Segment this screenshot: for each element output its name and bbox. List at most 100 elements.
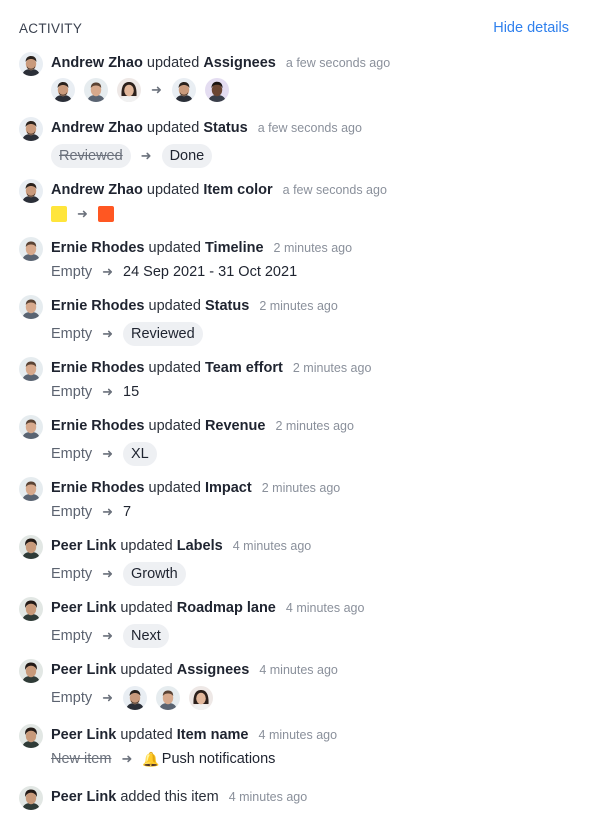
arrow-right-icon: ➜ (102, 326, 113, 341)
arrow-right-icon: ➜ (140, 148, 152, 163)
user-name[interactable]: Peer Link (51, 600, 116, 616)
avatar[interactable] (19, 52, 43, 76)
assignee-avatar[interactable] (51, 78, 75, 102)
assignee-avatar[interactable] (117, 78, 141, 102)
avatar[interactable] (19, 535, 43, 559)
avatar[interactable] (19, 659, 43, 683)
arrow-right-icon: ➜ (102, 446, 113, 461)
change-row: Empty ➜ XL (51, 442, 157, 466)
arrow-right-icon: ➜ (102, 504, 113, 519)
change-row: Empty ➜ Growth (51, 562, 186, 586)
action-verb: updated (148, 480, 201, 496)
field-name: Labels (176, 538, 223, 554)
old-value: Empty (51, 566, 93, 582)
timestamp: 4 minutes ago (232, 539, 312, 553)
action-verb: updated (146, 55, 200, 71)
field-name: Item name (176, 727, 249, 743)
field-name: Assignees (203, 55, 276, 71)
user-name[interactable]: Andrew Zhao (51, 182, 143, 198)
field-name: Timeline (204, 240, 264, 256)
action-verb: updated (146, 182, 200, 198)
assignee-avatar[interactable] (205, 78, 229, 102)
new-value: Push notifications (161, 751, 276, 767)
action-verb: updated (120, 662, 173, 678)
change-row: Empty ➜ Reviewed (51, 322, 203, 346)
field-name: Status (203, 120, 248, 136)
old-value: Empty (51, 628, 93, 644)
action-verb: updated (148, 418, 201, 434)
user-name[interactable]: Ernie Rhodes (51, 480, 144, 496)
change-row: Empty ➜ Next (51, 624, 169, 648)
old-value: Empty (51, 384, 93, 400)
hide-details-link[interactable]: Hide details (493, 20, 569, 36)
user-name[interactable]: Ernie Rhodes (51, 240, 144, 256)
new-value-pill: XL (123, 442, 157, 466)
arrow-right-icon: ➜ (77, 206, 88, 221)
action-verb: updated (148, 360, 201, 376)
avatar[interactable] (19, 237, 43, 261)
action-verb: updated (148, 298, 201, 314)
arrow-right-icon: ➜ (102, 690, 113, 705)
assignee-avatar[interactable] (123, 686, 147, 710)
change-row: Empty ➜ 15 (51, 380, 139, 404)
assignee-avatar[interactable] (156, 686, 180, 710)
avatar[interactable] (19, 117, 43, 141)
avatar[interactable] (19, 295, 43, 319)
new-value-pill: Next (123, 624, 169, 648)
new-value-pill: Done (161, 144, 213, 168)
new-value-pill: Reviewed (123, 322, 203, 346)
activity-title: ACTIVITY (19, 21, 83, 36)
user-name[interactable]: Peer Link (51, 662, 116, 678)
old-value-pill: Reviewed (51, 144, 131, 168)
change-row: New item ➜ 🔔 Push notifications (51, 747, 275, 771)
user-name[interactable]: Andrew Zhao (51, 120, 143, 136)
timestamp: a few seconds ago (285, 56, 391, 70)
change-row: Empty ➜ (51, 686, 213, 710)
new-color-swatch (97, 206, 114, 222)
user-name[interactable]: Peer Link (51, 727, 116, 743)
user-name[interactable]: Peer Link (51, 538, 116, 554)
assignee-avatar[interactable] (172, 78, 196, 102)
timestamp: 2 minutes ago (259, 299, 338, 313)
timestamp: a few seconds ago (282, 183, 387, 197)
assignee-avatar[interactable] (189, 686, 213, 710)
avatar[interactable] (19, 179, 43, 203)
arrow-right-icon: ➜ (151, 82, 162, 97)
arrow-right-icon: ➜ (102, 384, 113, 399)
new-value-pill: Growth (123, 562, 186, 586)
user-name[interactable]: Ernie Rhodes (51, 298, 144, 314)
old-value: Empty (51, 504, 93, 520)
old-value: New item (51, 751, 112, 767)
avatar[interactable] (19, 597, 43, 621)
action-verb: added this item (120, 789, 219, 805)
old-color-swatch (51, 206, 67, 222)
user-name[interactable]: Andrew Zhao (51, 55, 143, 71)
user-name[interactable]: Peer Link (51, 789, 116, 805)
field-name: Team effort (204, 360, 283, 376)
avatar[interactable] (19, 415, 43, 439)
timestamp: 4 minutes ago (259, 663, 338, 677)
timestamp: 4 minutes ago (285, 601, 365, 615)
old-value: Empty (51, 264, 93, 280)
field-name: Status (204, 298, 250, 314)
change-row: Empty ➜ 24 Sep 2021 - 31 Oct 2021 (51, 260, 297, 284)
avatar[interactable] (19, 477, 43, 501)
change-row: ➜ (51, 78, 229, 102)
timestamp: 4 minutes ago (228, 790, 308, 804)
action-verb: updated (120, 600, 173, 616)
user-name[interactable]: Ernie Rhodes (51, 360, 144, 376)
field-name: Impact (204, 480, 252, 496)
action-verb: updated (120, 538, 173, 554)
old-value: Empty (51, 326, 93, 342)
user-name[interactable]: Ernie Rhodes (51, 418, 144, 434)
activity-header: ACTIVITY Hide details (19, 19, 571, 39)
avatar[interactable] (19, 786, 43, 810)
old-value: Empty (51, 690, 93, 706)
arrow-right-icon: ➜ (102, 566, 113, 581)
timestamp: 2 minutes ago (292, 361, 372, 375)
avatar[interactable] (19, 357, 43, 381)
field-name: Revenue (204, 418, 266, 434)
assignee-avatar[interactable] (84, 78, 108, 102)
bell-icon: 🔔 (142, 750, 160, 767)
avatar[interactable] (19, 724, 43, 748)
